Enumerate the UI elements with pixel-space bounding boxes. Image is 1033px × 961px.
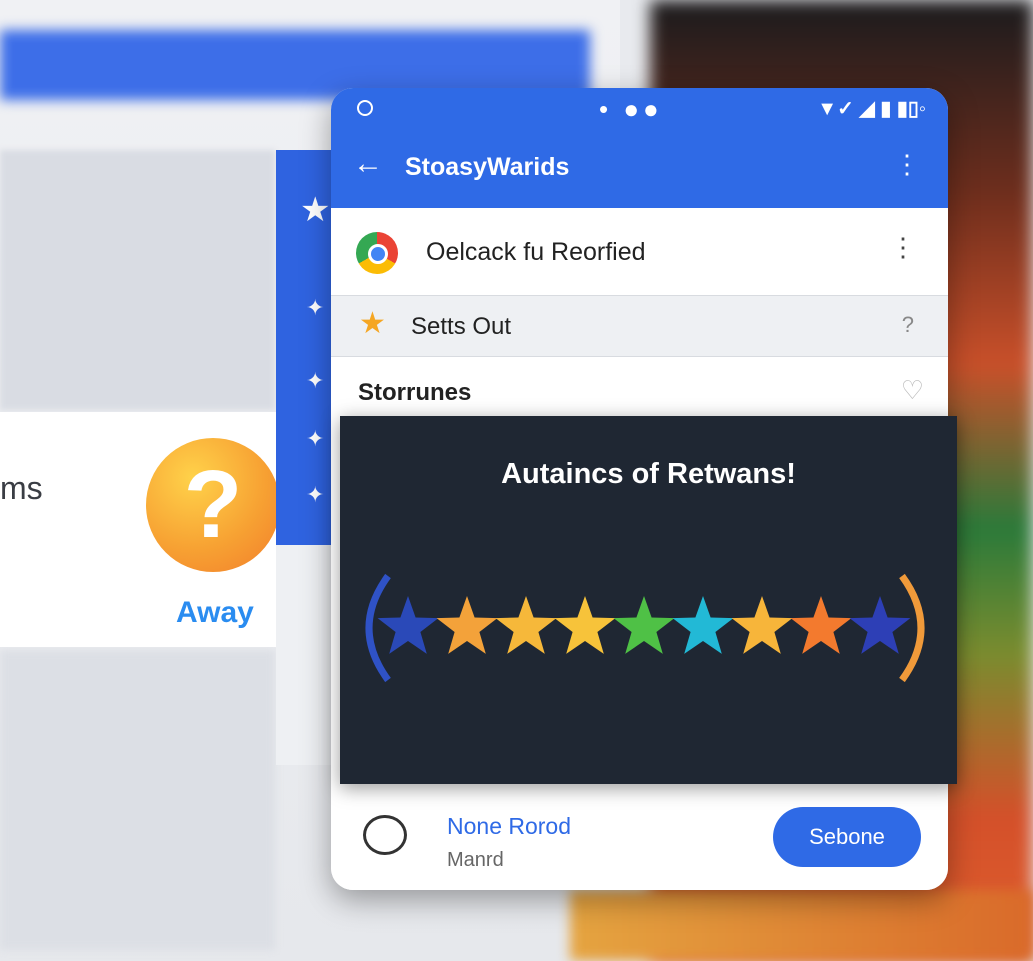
rating-star-icon[interactable] — [554, 596, 616, 654]
rating-star-icon[interactable] — [613, 596, 675, 654]
list-item-setts[interactable]: ★ Setts Out ? — [331, 296, 948, 357]
star-rating[interactable] — [340, 556, 957, 726]
rating-star-icon[interactable] — [790, 596, 852, 654]
footer-secondary-text: Manrd — [447, 849, 504, 871]
chrome-icon — [356, 232, 398, 274]
chat-bubble-icon[interactable] — [363, 815, 407, 855]
list-item-label: Setts Out — [411, 313, 512, 340]
info-icon[interactable]: ? — [902, 312, 914, 338]
list-item-storrunes[interactable]: Storrunes ♡ — [331, 357, 948, 417]
arc-right — [899, 573, 925, 683]
rating-title: Autaincs of Retwans! — [501, 458, 796, 490]
rating-star-icon[interactable] — [495, 596, 557, 654]
overflow-menu-icon[interactable]: ⋮ — [894, 149, 920, 180]
footer-bar: None Rorod Manrd Sebone — [331, 785, 948, 890]
sparkle-icon: ✦ — [306, 295, 325, 320]
back-arrow-icon[interactable]: ← — [353, 147, 383, 181]
status-bar: • ●● ▼✓ ◢ ▮ ▮▯◦ — [331, 88, 948, 128]
rating-star-icon[interactable] — [731, 596, 793, 654]
help-icon: ? — [146, 438, 280, 572]
heart-icon[interactable]: ♡ — [901, 375, 924, 406]
list-item-label: Storrunes — [358, 379, 472, 406]
arc-left — [365, 573, 391, 683]
toolbar: ← StoasyWarids ⋮ — [331, 143, 948, 198]
away-label: Away — [176, 596, 254, 629]
rating-star-icon[interactable] — [672, 596, 734, 654]
page-title: StoasyWarids — [405, 153, 570, 181]
rating-star-icon[interactable] — [849, 596, 911, 654]
submit-button[interactable]: Sebone — [773, 807, 921, 867]
list-item-chrome[interactable]: Oelcack fu Reorfied ⋮ — [331, 208, 948, 296]
sparkle-icon: ✦ — [306, 426, 325, 451]
rating-star-icon[interactable] — [436, 596, 498, 654]
background-panel — [0, 150, 275, 410]
background-card-text: ms — [0, 470, 43, 506]
sparkle-icon: ✦ — [306, 368, 325, 393]
star-icon: ★ — [300, 191, 331, 229]
background-bottom-strip — [570, 890, 1033, 961]
rating-panel: Autaincs of Retwans! — [340, 416, 957, 784]
app-bar: • ●● ▼✓ ◢ ▮ ▮▯◦ ← StoasyWarids ⋮ — [331, 88, 948, 208]
star-icon: ★ — [359, 307, 386, 340]
footer-primary-text[interactable]: None Rorod — [447, 813, 571, 840]
status-dots-icon: • ●● — [599, 94, 663, 124]
list-item-label: Oelcack fu Reorfied — [426, 238, 646, 266]
background-panel-lower — [0, 650, 275, 950]
rating-star-icon[interactable] — [377, 596, 439, 654]
status-dot-icon — [357, 100, 373, 116]
sparkle-icon: ✦ — [306, 482, 325, 507]
status-icons: ▼✓ ◢ ▮ ▮▯◦ — [817, 98, 926, 120]
more-vert-icon[interactable]: ⋮ — [890, 232, 916, 263]
